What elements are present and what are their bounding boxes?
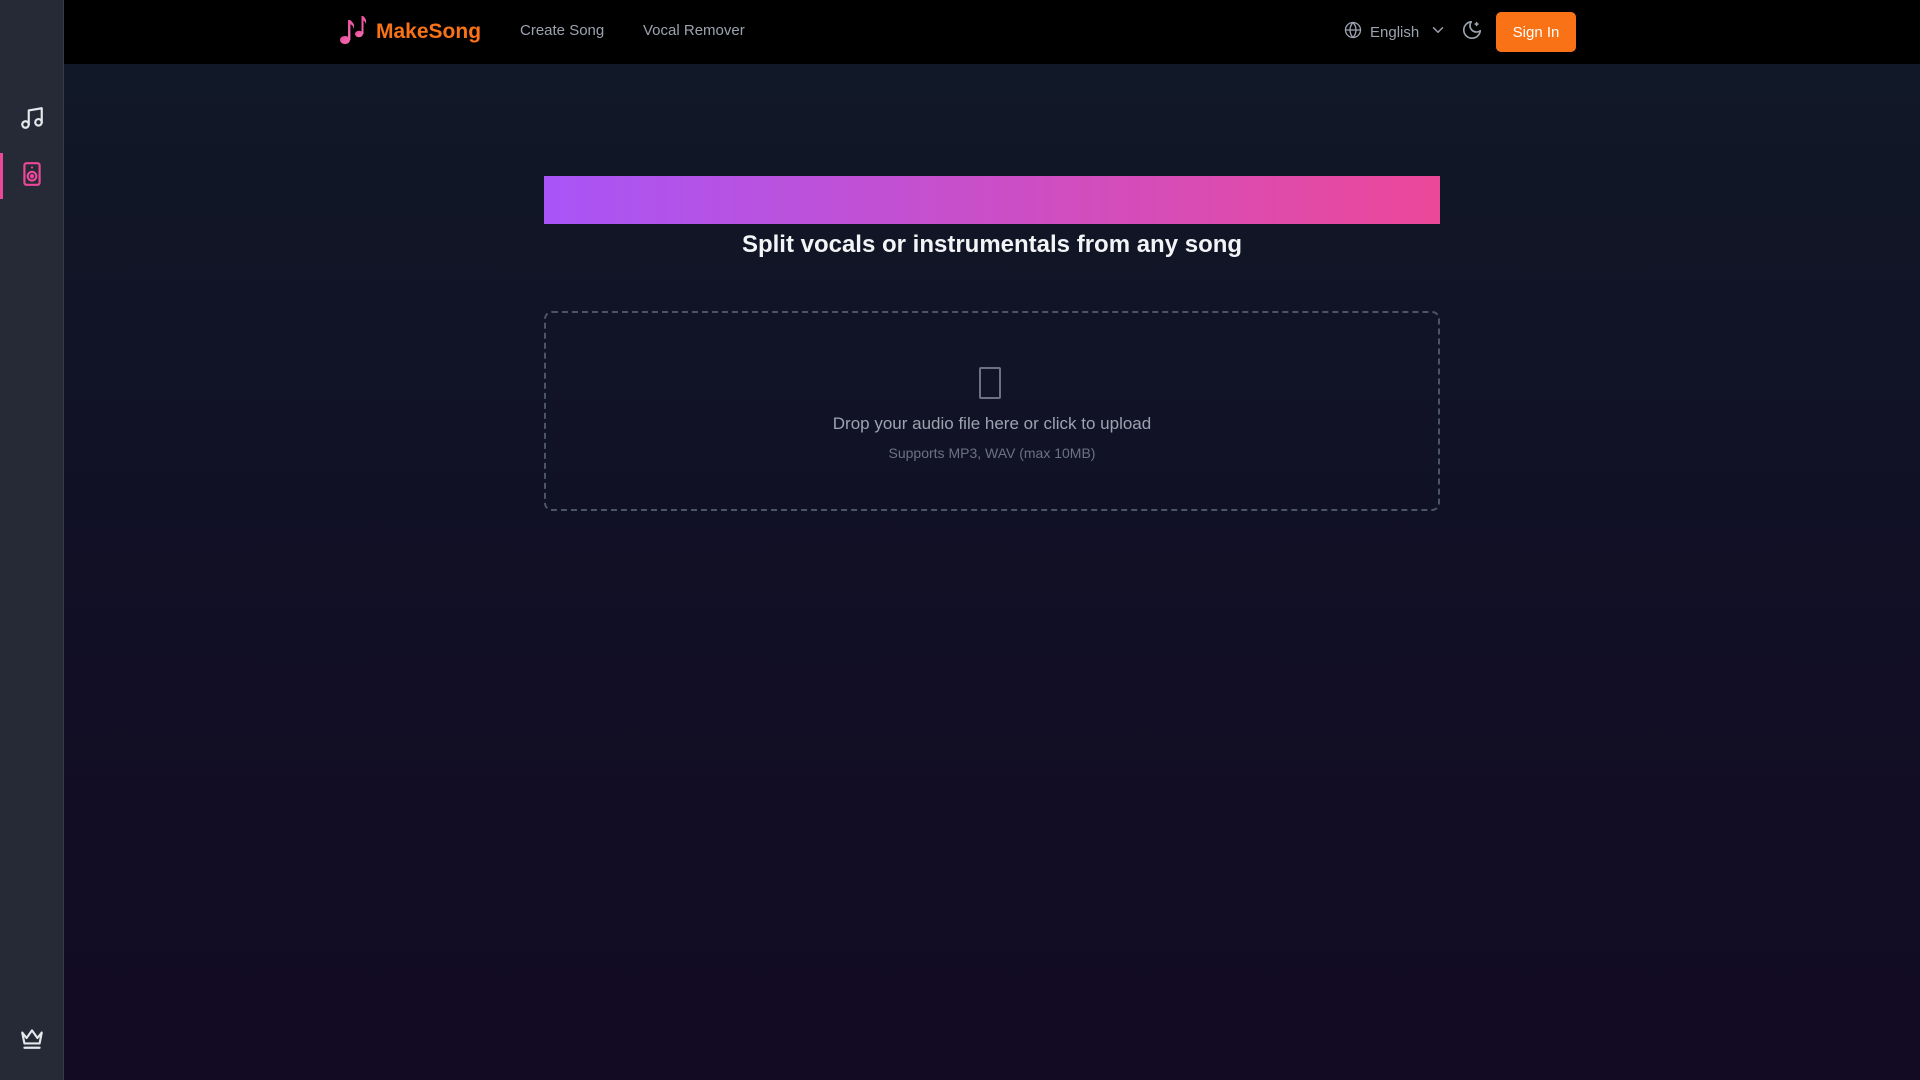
nav-vocal-remover[interactable]: Vocal Remover [643, 22, 745, 39]
page-headline: Split vocals or instrumentals from any s… [741, 231, 1243, 258]
moon-icon [1461, 19, 1483, 46]
nav-create-song[interactable]: Create Song [520, 22, 604, 39]
sidebar [0, 0, 64, 1080]
theme-toggle-button[interactable] [1460, 20, 1484, 44]
language-selector[interactable]: English [1344, 21, 1447, 43]
music-note-icon [19, 105, 45, 136]
top-navigation-bar: MakeSong Create Song Vocal Remover Engli… [64, 0, 1920, 64]
sign-in-button[interactable]: Sign In [1496, 12, 1576, 52]
globe-icon [1344, 21, 1362, 43]
audio-upload-dropzone[interactable]: Drop your audio file here or click to up… [544, 311, 1440, 511]
sidebar-item-create-song[interactable] [0, 97, 63, 143]
language-label: English [1370, 23, 1420, 41]
file-upload-icon [979, 367, 1001, 399]
gradient-banner [544, 176, 1440, 224]
sidebar-item-vocal-remover[interactable] [0, 153, 63, 199]
brand-name: MakeSong [376, 20, 482, 43]
brand-logo[interactable]: MakeSong [337, 14, 482, 51]
crown-icon [19, 1025, 45, 1056]
speaker-icon [19, 161, 45, 192]
music-notes-logo-icon [337, 14, 367, 51]
upload-prompt: Drop your audio file here or click to up… [832, 414, 1152, 433]
sidebar-item-premium[interactable] [0, 1017, 63, 1063]
upload-formats-hint: Supports MP3, WAV (max 10MB) [888, 445, 1096, 461]
main-content: Split vocals or instrumentals from any s… [64, 64, 1920, 1080]
chevron-down-icon [1429, 21, 1447, 43]
